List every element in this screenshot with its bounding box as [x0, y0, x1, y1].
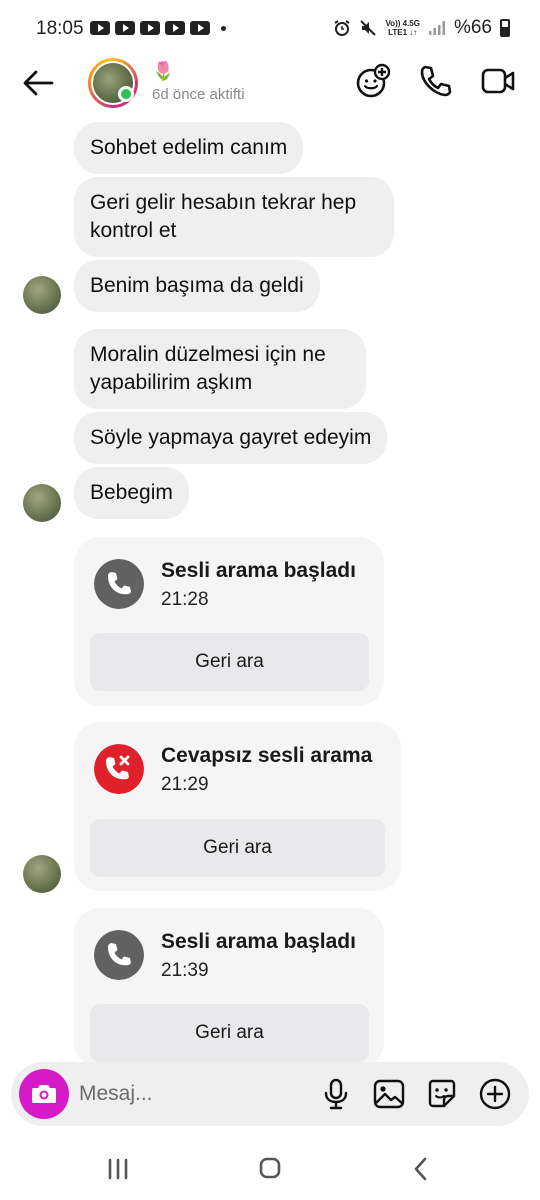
camera-icon	[32, 1085, 56, 1103]
call-title: Sesli arama başladı	[161, 559, 356, 582]
status-right: Vo)) 4.5G LTE1 ↓↑ %66	[333, 17, 510, 39]
video-camera-icon[interactable]	[480, 63, 516, 99]
call-back-button[interactable]: Geri ara	[90, 633, 369, 691]
message-composer	[11, 1062, 529, 1126]
call-title: Cevapsız sesli arama	[161, 744, 373, 767]
youtube-icon	[140, 21, 160, 35]
message-bubble[interactable]: Geri gelir hesabın tekrar hep kontrol et	[74, 177, 394, 257]
status-time: 18:05	[36, 18, 84, 39]
contact-name[interactable]: 🌷	[152, 61, 174, 82]
back-icon[interactable]	[401, 1152, 441, 1186]
youtube-icon	[90, 21, 110, 35]
mute-icon	[360, 20, 377, 36]
message-bubble[interactable]: Benim başıma da geldi	[74, 260, 320, 312]
more-notifications-icon	[221, 25, 226, 31]
system-nav-bar	[0, 1140, 540, 1200]
message-bubble[interactable]: Bebegim	[74, 467, 189, 519]
call-card: Sesli arama başladı 21:39 Geri ara	[74, 908, 384, 1068]
sticker-icon[interactable]	[424, 1076, 460, 1112]
call-time: 21:28	[161, 589, 209, 610]
signal-icon	[428, 21, 445, 35]
missed-call-icon	[94, 744, 144, 794]
message-input[interactable]	[79, 1076, 309, 1112]
home-icon[interactable]	[250, 1152, 290, 1186]
youtube-icon	[190, 21, 210, 35]
network-label: Vo)) 4.5G LTE1 ↓↑	[385, 19, 420, 37]
last-active-status: 6d önce aktifti	[152, 86, 245, 103]
add-icon[interactable]	[477, 1076, 513, 1112]
microphone-icon[interactable]	[318, 1076, 354, 1112]
battery-icon	[500, 19, 510, 37]
chat-header: 🌷 6d önce aktifti	[0, 55, 540, 115]
sender-avatar[interactable]	[23, 484, 61, 522]
alarm-icon	[334, 20, 350, 36]
call-back-button[interactable]: Geri ara	[90, 819, 385, 877]
online-status-dot	[118, 86, 134, 102]
camera-button[interactable]	[19, 1069, 69, 1119]
youtube-icon	[165, 21, 185, 35]
call-card: Cevapsız sesli arama 21:29 Geri ara	[74, 722, 401, 891]
phone-call-icon	[94, 930, 144, 980]
sender-avatar[interactable]	[23, 855, 61, 893]
call-time: 21:39	[161, 960, 209, 981]
call-card: Sesli arama başladı 21:28 Geri ara	[74, 537, 384, 706]
gallery-icon[interactable]	[371, 1076, 407, 1112]
phone-call-icon	[94, 559, 144, 609]
phone-icon[interactable]	[417, 63, 453, 99]
status-bar: 18:05 Vo)) 4.5G LTE1 ↓↑ %66	[0, 0, 540, 60]
notification-icons	[90, 21, 226, 35]
youtube-icon	[115, 21, 135, 35]
call-time: 21:29	[161, 774, 209, 795]
sender-avatar[interactable]	[23, 276, 61, 314]
back-arrow-icon[interactable]	[20, 65, 56, 101]
call-title: Sesli arama başladı	[161, 930, 356, 953]
battery-percent: %66	[453, 17, 492, 38]
effects-icon[interactable]	[355, 63, 391, 99]
recent-apps-icon[interactable]	[98, 1152, 138, 1186]
message-bubble[interactable]: Moralin düzelmesi için ne yapabilirim aş…	[74, 329, 366, 409]
call-back-button[interactable]: Geri ara	[90, 1004, 369, 1062]
message-bubble[interactable]: Sohbet edelim canım	[74, 122, 304, 174]
message-bubble[interactable]: Söyle yapmaya gayret edeyim	[74, 412, 388, 464]
